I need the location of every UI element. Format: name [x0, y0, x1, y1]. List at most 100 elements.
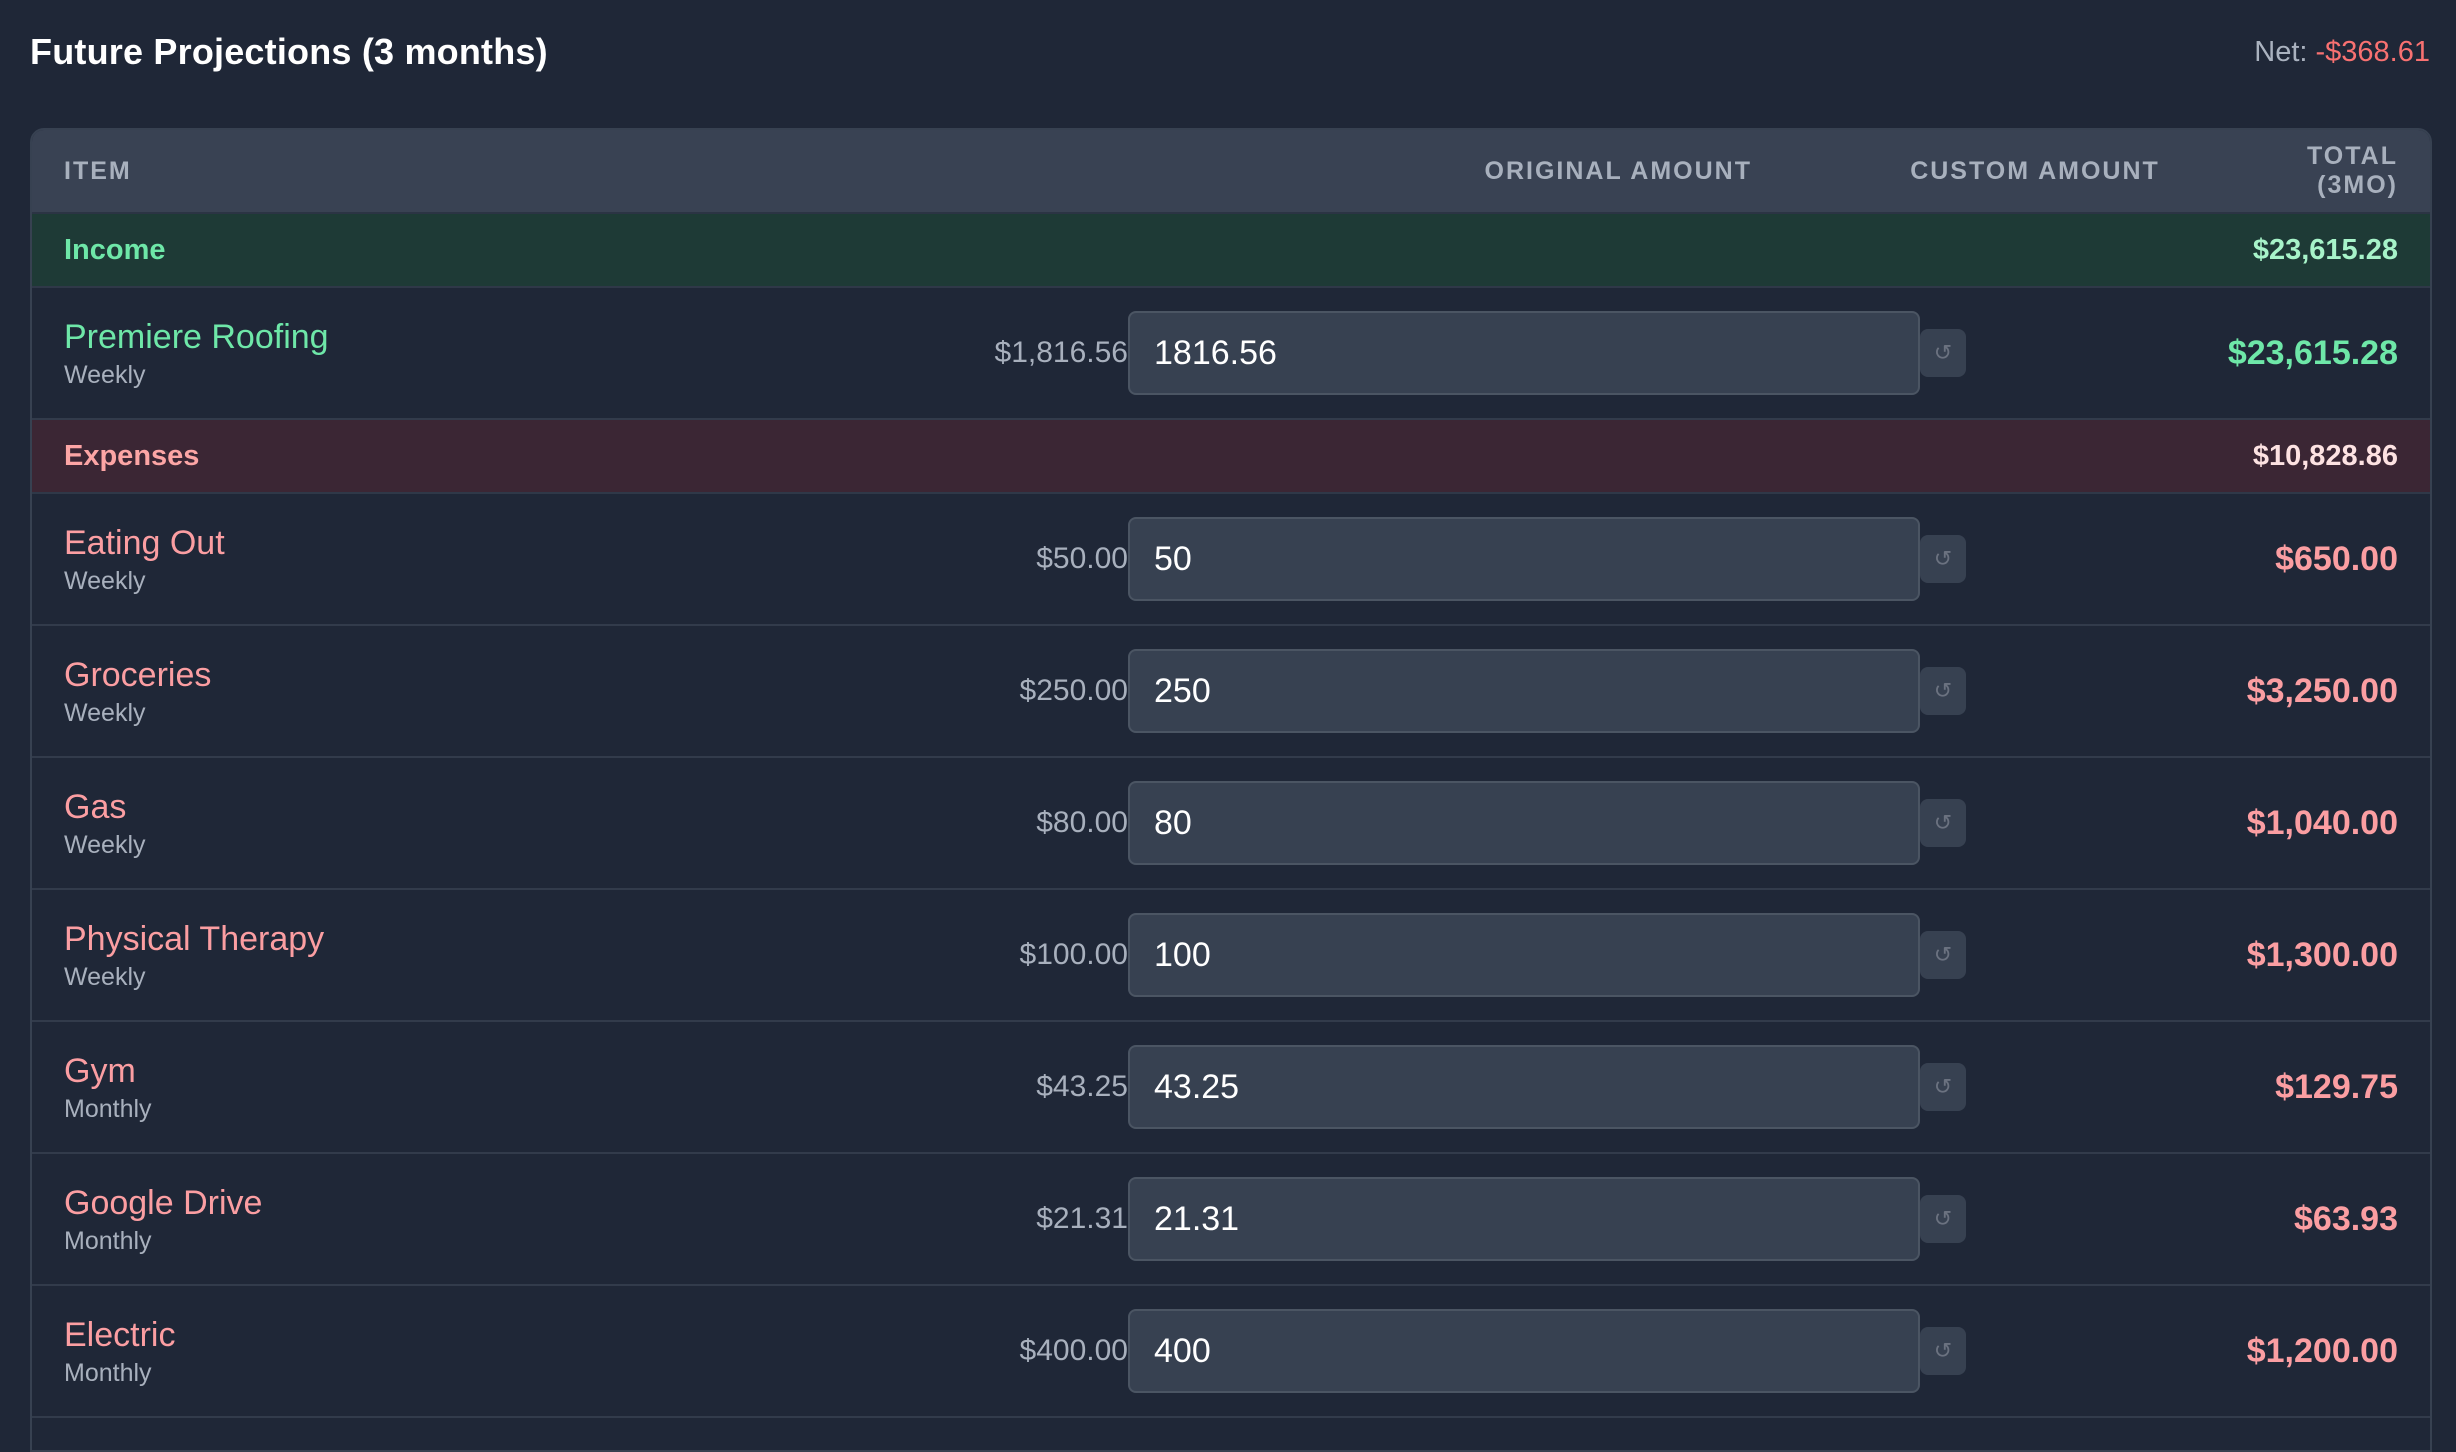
- original-amount: $1,816.56: [994, 336, 1128, 369]
- reset-icon: ↺: [1933, 1074, 1953, 1099]
- custom-amount-cell: [1128, 1045, 1920, 1129]
- item-frequency: Weekly: [64, 963, 146, 991]
- item-frequency: Weekly: [64, 567, 146, 595]
- row-total: $129.75: [2275, 1067, 2398, 1106]
- reset-cell: ↺: [1920, 1195, 1966, 1243]
- reset-cell: ↺: [1920, 931, 1966, 979]
- custom-amount-cell: [1128, 649, 1920, 733]
- item-cell: Gas Weekly: [32, 785, 1080, 861]
- reset-button[interactable]: ↺: [1920, 931, 1966, 979]
- item-frequency: Monthly: [64, 1227, 152, 1255]
- reset-cell: ↺: [1920, 329, 1966, 377]
- table-header: ITEM ORIGINAL AMOUNT CUSTOM AMOUNT TOTAL…: [32, 130, 2430, 214]
- custom-amount-cell: [1128, 517, 1920, 601]
- custom-amount-cell: [1128, 311, 1920, 395]
- original-amount: $400.00: [1019, 1334, 1128, 1367]
- table-row: Electric Monthly $400.00 ↺ $1,200.00: [32, 1286, 2430, 1418]
- item-frequency: Weekly: [64, 699, 146, 727]
- item-name: Google Drive: [64, 1184, 263, 1222]
- item-name: Electric: [64, 1316, 176, 1354]
- original-amount: $50.00: [1036, 542, 1128, 575]
- income-section-header: Income $23,615.28: [32, 214, 2430, 288]
- net-value: -$368.61: [2315, 35, 2431, 68]
- expense-rows: Eating Out Weekly $50.00 ↺ $650.00 Groce…: [32, 494, 2430, 1418]
- custom-amount-input[interactable]: [1128, 649, 1920, 733]
- reset-button[interactable]: ↺: [1920, 1195, 1966, 1243]
- custom-amount-input[interactable]: [1128, 913, 1920, 997]
- item-frequency: Weekly: [64, 361, 146, 389]
- custom-amount-cell: [1128, 781, 1920, 865]
- table-row: Google Drive Monthly $21.31 ↺ $63.93: [32, 1154, 2430, 1286]
- reset-button[interactable]: ↺: [1920, 799, 1966, 847]
- reset-cell: ↺: [1920, 535, 1966, 583]
- table-row: Eating Out Weekly $50.00 ↺ $650.00: [32, 494, 2430, 626]
- reset-button[interactable]: ↺: [1920, 667, 1966, 715]
- expenses-section-header: Expenses $10,828.86: [32, 420, 2430, 494]
- table-row: Groceries Weekly $250.00 ↺ $3,250.00: [32, 626, 2430, 758]
- item-frequency: Weekly: [64, 831, 146, 859]
- income-section-total: $23,615.28: [2252, 233, 2398, 266]
- row-total: $1,040.00: [2246, 803, 2398, 842]
- original-amount: $43.25: [1036, 1070, 1128, 1103]
- reset-icon: ↺: [1933, 942, 1953, 967]
- reset-cell: ↺: [1920, 667, 1966, 715]
- table-row: Physical Therapy Weekly $100.00 ↺ $1,300…: [32, 890, 2430, 1022]
- item-cell: Groceries Weekly: [32, 653, 1080, 729]
- custom-amount-input[interactable]: [1128, 1045, 1920, 1129]
- expenses-section-label: Expenses: [64, 439, 200, 472]
- table-row: Gym Monthly $43.25 ↺ $129.75: [32, 1022, 2430, 1154]
- net-label: Net:: [2254, 35, 2308, 68]
- original-amount: $100.00: [1019, 938, 1128, 971]
- custom-amount-input[interactable]: [1128, 517, 1920, 601]
- column-header-custom-amount: CUSTOM AMOUNT: [1910, 156, 2160, 185]
- reset-button[interactable]: ↺: [1920, 1327, 1966, 1375]
- reset-icon: ↺: [1933, 546, 1953, 571]
- reset-icon: ↺: [1933, 340, 1953, 365]
- table-row: Gas Weekly $80.00 ↺ $1,040.00: [32, 758, 2430, 890]
- custom-amount-input[interactable]: [1128, 1177, 1920, 1261]
- reset-button[interactable]: ↺: [1920, 329, 1966, 377]
- item-name: Physical Therapy: [64, 920, 325, 958]
- custom-amount-input[interactable]: [1128, 781, 1920, 865]
- custom-amount-cell: [1128, 1177, 1920, 1261]
- item-cell: Google Drive Monthly: [32, 1181, 1080, 1257]
- item-cell: Electric Monthly: [32, 1313, 1080, 1389]
- column-header-item: ITEM: [64, 156, 132, 185]
- table-row: Premiere Roofing Weekly $1,816.56 ↺ $23,…: [32, 288, 2430, 420]
- reset-icon: ↺: [1933, 1338, 1953, 1363]
- page-title: Future Projections (3 months): [30, 31, 548, 72]
- reset-icon: ↺: [1933, 678, 1953, 703]
- original-amount: $250.00: [1019, 674, 1128, 707]
- custom-amount-input[interactable]: [1128, 311, 1920, 395]
- row-total: $63.93: [2294, 1199, 2398, 1238]
- reset-icon: ↺: [1933, 810, 1953, 835]
- item-frequency: Monthly: [64, 1359, 152, 1387]
- reset-icon: ↺: [1933, 1206, 1953, 1231]
- reset-button[interactable]: ↺: [1920, 1063, 1966, 1111]
- reset-cell: ↺: [1920, 1063, 1966, 1111]
- item-cell: Physical Therapy Weekly: [32, 917, 1080, 993]
- column-header-total: TOTAL (3MO): [2306, 142, 2398, 199]
- income-rows: Premiere Roofing Weekly $1,816.56 ↺ $23,…: [32, 288, 2430, 420]
- custom-amount-cell: [1128, 1309, 1920, 1393]
- row-total: $23,615.28: [2227, 333, 2398, 372]
- item-name: Gym: [64, 1052, 136, 1090]
- item-name: Eating Out: [64, 524, 225, 562]
- projections-table: ITEM ORIGINAL AMOUNT CUSTOM AMOUNT TOTAL…: [30, 128, 2432, 1452]
- net-summary: Net: -$368.61: [2254, 36, 2430, 69]
- column-header-original-amount: ORIGINAL AMOUNT: [1484, 156, 1752, 185]
- row-total: $650.00: [2275, 539, 2398, 578]
- income-section-label: Income: [64, 233, 166, 266]
- original-amount: $80.00: [1036, 806, 1128, 839]
- row-total: $1,300.00: [2246, 935, 2398, 974]
- reset-cell: ↺: [1920, 1327, 1966, 1375]
- custom-amount-input[interactable]: [1128, 1309, 1920, 1393]
- expenses-section-total: $10,828.86: [2252, 439, 2398, 472]
- custom-amount-cell: [1128, 913, 1920, 997]
- reset-button[interactable]: ↺: [1920, 535, 1966, 583]
- item-cell: Gym Monthly: [32, 1049, 1080, 1125]
- page-header: Future Projections (3 months) Net: -$368…: [30, 24, 2430, 80]
- item-cell: Premiere Roofing Weekly: [32, 315, 1080, 391]
- item-name: Groceries: [64, 656, 212, 694]
- row-total: $1,200.00: [2246, 1331, 2398, 1370]
